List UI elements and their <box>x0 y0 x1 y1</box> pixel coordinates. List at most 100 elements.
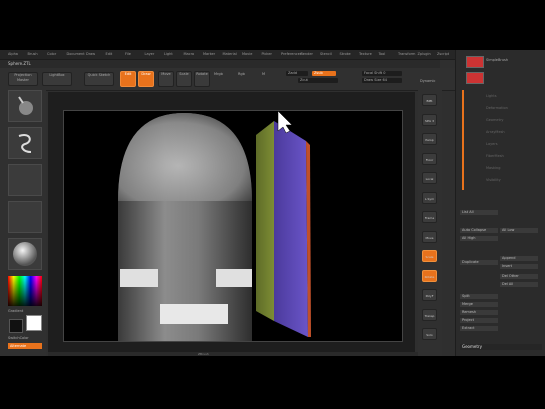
zsub-toggle[interactable]: Zsub <box>312 71 336 76</box>
focal-shift-slider[interactable]: Focal Shift 0 <box>362 71 402 76</box>
shelf-button-polyf[interactable]: PolyF <box>422 289 437 301</box>
zadd-label: Zadd <box>288 71 297 75</box>
main-color-swatch[interactable] <box>26 315 42 331</box>
secondary-color-swatch[interactable] <box>9 319 23 333</box>
draw-size-slider[interactable]: Draw Size 64 <box>362 78 402 83</box>
shelf-button-solo[interactable]: Solo <box>422 328 437 340</box>
menu-item-edit[interactable]: Edit <box>106 52 113 56</box>
shelf-button-spix-3[interactable]: SPix 3 <box>422 113 437 126</box>
split-button[interactable]: Split <box>460 294 498 299</box>
duplicate-button[interactable]: Duplicate <box>460 260 498 265</box>
menu-item-file[interactable]: File <box>125 52 131 56</box>
menu-item-preferences[interactable]: Preferences <box>281 52 302 56</box>
texture-slot[interactable] <box>8 201 42 233</box>
zadd-toggle[interactable]: Zadd <box>286 71 308 76</box>
viewport-canvas[interactable] <box>63 110 403 351</box>
shelf-button-local[interactable]: Local <box>422 172 437 184</box>
switch-color-label[interactable]: SwitchColor <box>8 336 29 340</box>
menu-item-texture[interactable]: Texture <box>359 52 372 56</box>
tool-thumbnail[interactable] <box>466 56 484 68</box>
brush-slot[interactable] <box>8 90 42 122</box>
edit-button[interactable]: Edit <box>120 71 136 87</box>
projection-master-button[interactable]: Projection Master <box>8 72 38 86</box>
insert-button[interactable]: Insert <box>500 264 538 269</box>
shelf-button-bpr[interactable]: BPR <box>422 94 437 106</box>
shelf-button-frame[interactable]: Frame <box>422 211 437 223</box>
del-other-button[interactable]: Del Other <box>500 274 538 279</box>
subtool-item[interactable]: Deformation <box>486 106 508 110</box>
shelf-button-move[interactable]: Move <box>422 230 437 243</box>
mrgb-toggle[interactable]: Mrgb <box>214 72 223 76</box>
menu-item-stroke[interactable]: Stroke <box>340 52 351 56</box>
lightbox-button[interactable]: LightBox <box>42 72 72 86</box>
menu-item-movie[interactable]: Movie <box>242 52 252 56</box>
tool-name: SimpleBrush <box>486 58 509 62</box>
shelf-button-label: Local <box>425 177 434 181</box>
menu-item-transform[interactable]: Transform <box>398 52 415 56</box>
project-button[interactable]: Project <box>460 318 498 323</box>
shelf-button-rotate[interactable]: Rotate <box>422 269 437 282</box>
geometry-section-header[interactable]: Geometry <box>460 344 542 350</box>
append-label: Append <box>502 256 516 260</box>
menu-item-marker[interactable]: Marker <box>203 52 215 56</box>
all-low-label: All Low <box>502 228 515 232</box>
draw-button[interactable]: Draw <box>138 71 154 87</box>
append-button[interactable]: Append <box>500 256 538 261</box>
stroke-slot[interactable] <box>8 127 42 159</box>
shelf-button-l-sym[interactable]: L.Sym <box>422 191 437 204</box>
del-all-label: Del All <box>502 282 514 286</box>
quick-sketch-button[interactable]: Quick Sketch <box>84 72 114 86</box>
merge-button[interactable]: Merge <box>460 302 498 307</box>
tool-palette: SimpleBrush Lights Deformation Geometry Arr… <box>455 50 545 356</box>
subtool-item[interactable]: Masking <box>486 166 500 170</box>
extract-button[interactable]: Extract <box>460 326 498 331</box>
rotate-button[interactable]: Rotate <box>194 71 210 87</box>
subtool-item[interactable]: Geometry <box>486 118 503 122</box>
all-low-button[interactable]: All Low <box>500 228 538 233</box>
m-toggle[interactable]: M <box>262 72 265 76</box>
menu-item-alpha[interactable]: Alpha <box>8 52 18 56</box>
list-all-label: List All <box>462 210 474 214</box>
color-picker[interactable] <box>8 276 42 306</box>
menu-item-stencil[interactable]: Stencil <box>320 52 332 56</box>
menu-item-zscript[interactable]: Zscript <box>437 52 449 56</box>
del-all-button[interactable]: Del All <box>500 282 538 287</box>
shelf-button-transp[interactable]: Transp <box>422 308 437 321</box>
rgb-toggle[interactable]: Rgb <box>238 72 245 76</box>
subtool-item[interactable]: ArrayMesh <box>486 130 505 134</box>
list-all-button[interactable]: List All <box>460 210 498 215</box>
dynamic-toggle[interactable]: Dynamic <box>420 79 435 83</box>
shelf-button-persp[interactable]: Persp <box>422 133 437 145</box>
menu-item-picker[interactable]: Picker <box>262 52 272 56</box>
menu-item-material[interactable]: Material <box>223 52 237 56</box>
shelf-button-scale[interactable]: Scale <box>422 250 437 262</box>
menu-item-zplugin[interactable]: Zplugin <box>418 52 431 56</box>
subtool-thumbnail[interactable] <box>466 72 484 84</box>
right-shelf: BPR SPix 3 Persp Floor Local L.Sym Frame Move Sc… <box>418 90 442 356</box>
subtool-item[interactable]: Lights <box>486 94 497 98</box>
menu-item-tool[interactable]: Tool <box>379 52 386 56</box>
move-button[interactable]: Move <box>158 71 174 87</box>
scale-button[interactable]: Scale <box>176 71 192 87</box>
menu-item-document[interactable]: Document <box>67 52 85 56</box>
menu-item-color[interactable]: Color <box>47 52 56 56</box>
brush-icon <box>18 96 33 115</box>
subtool-item[interactable]: Layers <box>486 142 498 146</box>
remesh-button[interactable]: Remesh <box>460 310 498 315</box>
subtool-item[interactable]: Visibility <box>486 178 501 182</box>
shelf-button-floor[interactable]: Floor <box>422 152 437 165</box>
menu-item-draw[interactable]: Draw <box>86 52 95 56</box>
menu-item-brush[interactable]: Brush <box>28 52 38 56</box>
all-high-button[interactable]: All High <box>460 236 498 241</box>
zcut-toggle[interactable]: Zcut <box>298 78 338 83</box>
alternate-button[interactable]: Alternate <box>8 343 42 349</box>
menu-item-render[interactable]: Render <box>301 52 313 56</box>
alpha-slot[interactable] <box>8 164 42 196</box>
auto-collapse-button[interactable]: Auto Collapse <box>460 228 498 233</box>
shelf-button-label: Persp <box>425 138 434 142</box>
menu-item-layer[interactable]: Layer <box>145 52 155 56</box>
menu-item-light[interactable]: Light <box>164 52 173 56</box>
menu-item-macro[interactable]: Macro <box>184 52 195 56</box>
subtool-item[interactable]: FiberMesh <box>486 154 504 158</box>
material-slot[interactable] <box>8 238 42 270</box>
